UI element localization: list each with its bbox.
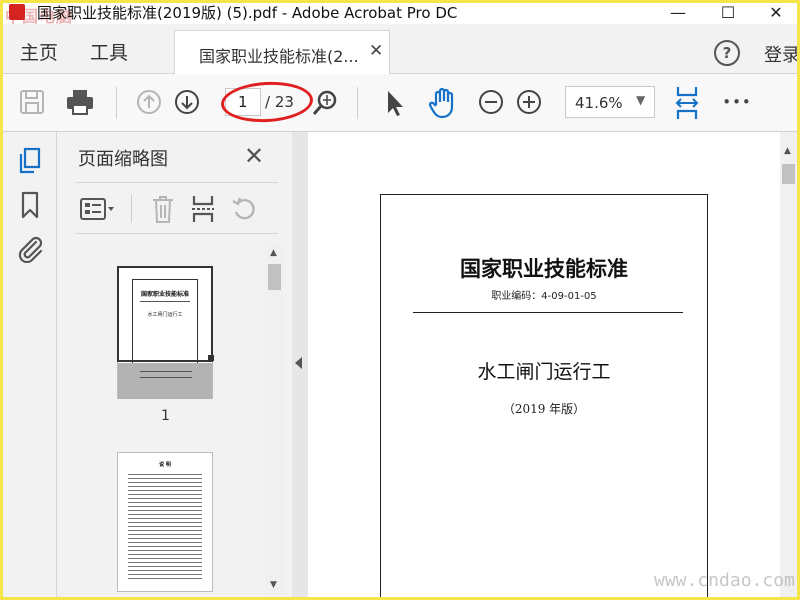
thumbnail-toolbar xyxy=(75,182,278,234)
thumbnail-list[interactable]: 国家职业技能标准 水工闸门运行工 1 说 明 xyxy=(75,244,265,596)
zoom-search-icon[interactable] xyxy=(310,88,340,118)
document-scrollbar[interactable]: ▲ xyxy=(780,132,797,597)
print-icon[interactable] xyxy=(65,87,95,117)
scroll-down-icon[interactable]: ▼ xyxy=(270,580,277,590)
document-edition: （2019 年版） xyxy=(502,402,586,416)
title-bar: 中国电脑 国家职业技能标准(2019版) (5).pdf - Adobe Acr… xyxy=(3,0,797,26)
thumbnail-heading: 说 明 xyxy=(159,462,171,468)
panel-collapse-handle[interactable] xyxy=(292,132,308,597)
hand-tool-icon[interactable] xyxy=(427,86,459,120)
page-thumbnails-icon[interactable] xyxy=(16,146,44,176)
save-icon[interactable] xyxy=(18,88,46,116)
thumbnails-panel: 页面缩略图 ✕ 国家职业技能标准 水工闸门运行工 1 说 明 ▲ ▼ xyxy=(58,132,292,597)
zoom-value: 41.6% xyxy=(575,94,623,112)
toolbar-separator xyxy=(116,87,117,119)
scrollbar-thumb[interactable] xyxy=(268,264,281,290)
zoom-in-icon[interactable] xyxy=(515,88,543,116)
panel-title: 页面缩略图 xyxy=(78,149,168,170)
thumbnail-shade xyxy=(118,363,212,399)
watermark-bottom: www.cndao.com xyxy=(654,570,795,591)
main-toolbar: 1 / 23 41.6% ▼ ••• xyxy=(3,74,797,132)
thumbnail-footer-line xyxy=(140,371,192,372)
thumbnail-footer-line xyxy=(140,377,192,378)
thumbnail-text-lines xyxy=(128,471,202,581)
insert-page-icon[interactable] xyxy=(189,193,217,225)
maximize-button[interactable]: ☐ xyxy=(711,0,745,24)
window-title: 国家职业技能标准(2019版) (5).pdf - Adobe Acrobat … xyxy=(37,4,458,22)
zoom-level-select[interactable]: 41.6% ▼ xyxy=(565,86,655,118)
tab-bar: 主页 工具 国家职业技能标准(2... ✕ ? 登录 xyxy=(3,24,800,74)
rotate-page-icon[interactable] xyxy=(229,193,259,225)
navigation-rail xyxy=(3,132,57,597)
pdf-page: 国家职业技能标准 职业编码：4-09-01-05 水工闸门运行工 （2019 年… xyxy=(380,194,708,597)
document-code: 职业编码：4-09-01-05 xyxy=(491,291,597,302)
collapse-arrow-icon xyxy=(295,357,302,369)
highlight-annotation xyxy=(220,79,314,125)
login-link[interactable]: 登录 xyxy=(764,41,800,67)
delete-page-icon[interactable] xyxy=(149,193,177,225)
close-window-button[interactable]: ✕ xyxy=(759,0,793,24)
thumbnail-view-box[interactable] xyxy=(117,266,213,362)
document-subject: 水工闸门运行工 xyxy=(477,361,611,383)
tab-home[interactable]: 主页 xyxy=(20,38,58,65)
thumbnail-page-2[interactable]: 说 明 xyxy=(117,452,213,592)
document-view[interactable]: 国家职业技能标准 职业编码：4-09-01-05 水工闸门运行工 （2019 年… xyxy=(308,132,780,597)
document-tab-label: 国家职业技能标准(2... xyxy=(199,47,359,66)
zoom-out-icon[interactable] xyxy=(477,88,505,116)
resize-handle[interactable] xyxy=(208,355,214,361)
scroll-up-icon[interactable]: ▲ xyxy=(784,146,791,156)
close-tab-icon[interactable]: ✕ xyxy=(369,41,383,61)
next-page-icon[interactable] xyxy=(173,88,201,116)
scroll-up-icon[interactable]: ▲ xyxy=(270,248,277,258)
attachment-icon[interactable] xyxy=(15,232,45,264)
thumbnail-page-1[interactable]: 国家职业技能标准 水工闸门运行工 xyxy=(117,266,214,399)
more-icon[interactable]: ••• xyxy=(721,90,753,114)
minimize-button[interactable]: — xyxy=(661,0,695,24)
select-pointer-icon[interactable] xyxy=(381,88,409,118)
previous-page-icon[interactable] xyxy=(135,88,163,116)
bookmark-icon[interactable] xyxy=(17,190,43,220)
panel-separator xyxy=(131,195,132,223)
chevron-down-icon: ▼ xyxy=(636,93,646,107)
tab-tools[interactable]: 工具 xyxy=(90,38,128,65)
document-divider xyxy=(413,312,683,313)
toolbar-separator xyxy=(357,87,358,119)
close-panel-icon[interactable]: ✕ xyxy=(244,142,264,170)
thumbnail-options-icon[interactable] xyxy=(79,195,117,223)
thumbnail-page-number: 1 xyxy=(161,408,170,424)
document-heading: 国家职业技能标准 xyxy=(460,256,628,281)
help-icon[interactable]: ? xyxy=(714,40,740,66)
fit-width-icon[interactable] xyxy=(673,84,701,122)
scrollbar-thumb[interactable] xyxy=(782,164,795,184)
tab-document[interactable]: 国家职业技能标准(2... ✕ xyxy=(174,30,390,74)
thumbnail-scrollbar[interactable]: ▲ ▼ xyxy=(266,244,283,596)
